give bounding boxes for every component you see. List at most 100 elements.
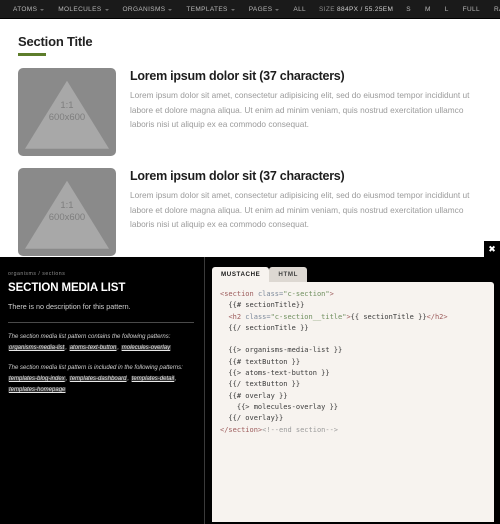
code-token: {{/ overlay}}: [220, 414, 284, 423]
lineage-link-templates-dashboard[interactable]: templates-dashboard: [69, 376, 128, 382]
list-item: 1:1 600x600 Lorem ipsum dolor sit (37 char…: [0, 56, 500, 156]
code-token: {{# textButton }}: [220, 357, 301, 366]
code-line: {{# overlay }}: [220, 391, 486, 402]
lineage-included-by: The section media list pattern is includ…: [8, 363, 194, 396]
placeholder-image: 1:1 600x600: [18, 168, 116, 256]
code-token: {{/ textButton }}: [220, 380, 301, 389]
code-token: {{/ sectionTitle }}: [220, 323, 309, 332]
placeholder-label: 1:1 600x600: [49, 200, 85, 224]
placeholder-dimensions: 600x600: [48, 112, 86, 123]
placeholder-ratio: 1:1: [60, 200, 74, 211]
close-icon[interactable]: ✖: [484, 241, 500, 257]
lineage-link-organisms-media-list[interactable]: organisms-media-list: [8, 345, 66, 351]
code-line: {{> organisms-media-list }}: [220, 345, 486, 356]
nav-menu-label: TEMPLATES: [186, 5, 228, 13]
size-button-rand[interactable]: RAND: [487, 0, 500, 19]
placeholder-ratio: 1:1: [60, 100, 74, 111]
nav-menu-label: ORGANISMS: [122, 5, 166, 13]
lineage-intro: The section media list pattern is includ…: [8, 365, 183, 371]
list-item-title: Lorem ipsum dolor sit (37 characters): [130, 169, 345, 183]
lineage-link-templates-blog-index[interactable]: templates-blog-index: [8, 376, 66, 382]
placeholder-image: 1:1 600x600: [18, 68, 116, 156]
lineage-link-atoms-text-button[interactable]: atoms-text-button: [68, 345, 118, 351]
code-token: <section: [220, 290, 258, 298]
lineage-link-templates-homepage[interactable]: templates-homepage: [8, 387, 67, 393]
code-line: <h2 class="c-section__title">{{ sectionT…: [220, 312, 486, 323]
top-navigation-bar: ATOMS MOLECULES ORGANISMS TEMPLATES PAGES ALL…: [0, 0, 500, 19]
chevron-down-icon: [168, 8, 173, 11]
size-button-s[interactable]: S: [399, 0, 418, 19]
placeholder-label: 1:1 600x600: [49, 100, 85, 124]
chevron-down-icon: [230, 8, 235, 11]
list-item-description: Lorem ipsum dolor sit amet, consectetur …: [130, 190, 470, 229]
code-token: {{> organisms-media-list }}: [220, 346, 343, 355]
code-token: {{> molecules-overlay }}: [220, 402, 339, 411]
nav-menu-molecules[interactable]: MOLECULES: [51, 0, 115, 19]
pattern-info-drawer: ✖ organisms / sections SECTION MEDIA LIS…: [0, 241, 500, 524]
size-label: SIZE: [319, 5, 335, 13]
media-list: 1:1 600x600 Lorem ipsum dolor sit (37 char…: [0, 56, 500, 256]
pattern-preview-iframe: Section Title 1:1 600x600 Lorem ipsum dolo…: [0, 20, 500, 270]
code-token: {{ sectionTitle }}: [350, 312, 427, 321]
tab-mustache[interactable]: MUSTACHE: [212, 267, 270, 282]
size-button-l[interactable]: L: [438, 0, 456, 19]
size-button-group: SMLFULLRANDDISCO: [399, 0, 500, 19]
code-line: {{# textButton }}: [220, 357, 486, 368]
pattern-info-column: organisms / sections SECTION MEDIA LIST …: [0, 257, 205, 524]
size-button-m[interactable]: M: [418, 0, 438, 19]
nav-menu-templates[interactable]: TEMPLATES: [179, 0, 241, 19]
page-title: Section Title: [18, 34, 93, 49]
chevron-down-icon: [104, 8, 109, 11]
list-item-title: Lorem ipsum dolor sit (37 characters): [130, 69, 345, 83]
list-item-description: Lorem ipsum dolor sit amet, consectetur …: [130, 90, 470, 129]
pattern-name-heading: SECTION MEDIA LIST: [8, 282, 126, 294]
lineage-separator: ,: [175, 376, 177, 382]
section-title-wrap: Section Title: [0, 20, 500, 56]
code-line: {{> atoms-text-button }}: [220, 368, 486, 379]
size-button-full[interactable]: FULL: [456, 0, 487, 19]
code-token: {{> atoms-text-button }}: [220, 369, 330, 378]
code-line: {{/ overlay}}: [220, 413, 486, 424]
lineage-link-molecules-overlay[interactable]: molecules-overlay: [120, 345, 172, 351]
code-line: </section><!--end section-->: [220, 425, 486, 436]
nav-menu-group: ATOMS MOLECULES ORGANISMS TEMPLATES PAGES ALL: [0, 0, 313, 19]
chevron-down-icon: [275, 8, 280, 11]
code-line: {{# sectionTitle}}: [220, 300, 486, 311]
lineage-link-templates-detail[interactable]: templates-detail: [130, 376, 176, 382]
nav-menu-all[interactable]: ALL: [286, 0, 313, 19]
lineage-contains: The section media list pattern contains …: [8, 332, 194, 354]
code-token: {{# overlay }}: [220, 391, 288, 400]
code-line: {{> molecules-overlay }}: [220, 402, 486, 413]
tab-html[interactable]: HTML: [269, 267, 307, 282]
code-token: class=: [257, 290, 284, 298]
code-token: "c-section": [283, 290, 330, 298]
code-token: >: [329, 290, 334, 298]
code-viewer[interactable]: <section class="c-section"> {{# sectionT…: [212, 282, 494, 522]
chevron-down-icon: [40, 8, 45, 11]
nav-menu-pages[interactable]: PAGES: [242, 0, 287, 19]
code-token: <h2: [228, 312, 246, 321]
nav-menu-label: MOLECULES: [58, 5, 102, 13]
code-token: <!--end section-->: [262, 425, 339, 434]
pattern-code-column: MUSTACHE HTML <section class="c-section">…: [206, 257, 500, 524]
code-token: </h2>: [426, 312, 448, 321]
nav-menu-label: PAGES: [248, 5, 273, 13]
code-token: {{# sectionTitle}}: [220, 301, 305, 310]
size-value: 884PX / 55.25EM: [337, 5, 394, 13]
list-item: 1:1 600x600 Lorem ipsum dolor sit (37 char…: [0, 156, 500, 256]
code-token: "c-section__title": [270, 312, 347, 321]
list-item-body: Lorem ipsum dolor sit (37 characters) Lor…: [130, 68, 478, 156]
size-readout: SIZE 884PX / 55.25EM: [313, 0, 399, 19]
pattern-description: There is no description for this pattern…: [8, 302, 131, 311]
code-token: class=: [245, 312, 271, 321]
list-item-body: Lorem ipsum dolor sit (37 characters) Lor…: [130, 168, 478, 256]
nav-menu-atoms[interactable]: ATOMS: [6, 0, 51, 19]
code-token: </section>: [220, 425, 263, 434]
breadcrumb: organisms / sections: [8, 271, 66, 277]
code-line: <section class="c-section">: [220, 289, 486, 300]
placeholder-dimensions: 600x600: [48, 212, 86, 223]
code-line: {{/ sectionTitle }}: [220, 323, 486, 334]
nav-menu-organisms[interactable]: ORGANISMS: [116, 0, 180, 19]
code-tab-bar: MUSTACHE HTML: [212, 265, 494, 282]
